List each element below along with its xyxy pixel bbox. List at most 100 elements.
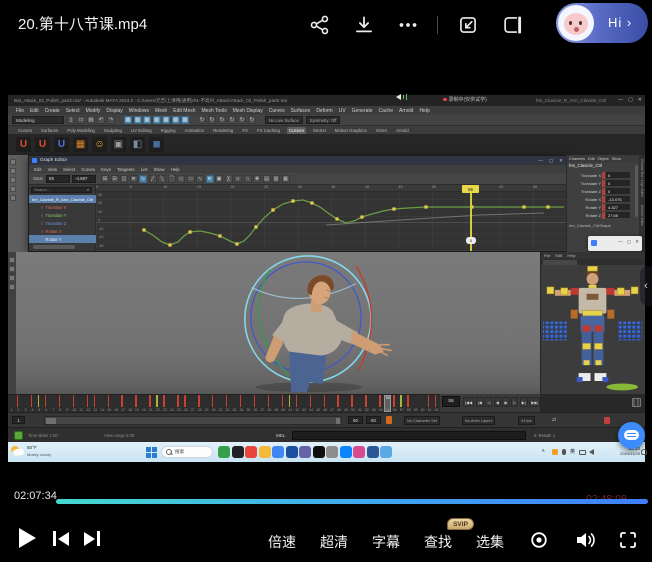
keyframe-tick [45, 395, 46, 407]
mute-icon [604, 417, 610, 424]
download-icon[interactable] [352, 13, 376, 37]
keyframe-tick [198, 395, 199, 407]
shelf-icons: UUU▦☺▣◧◼ [8, 134, 645, 155]
shelf-icon: ▣ [111, 137, 126, 152]
menu-item: Channels [569, 157, 585, 161]
channel-label: Rotate Y [45, 237, 61, 242]
transport-button: ▶▶| [529, 397, 540, 407]
channel-value: -13.075 [606, 196, 630, 203]
taskbar-search: 搜索 [161, 446, 213, 458]
keyframe-tick [254, 395, 255, 407]
channel-name: Translate Z [567, 189, 601, 194]
topbar-divider [437, 16, 438, 34]
notification-icon [641, 449, 647, 455]
keyframe-tick [351, 395, 352, 407]
mini-window-icon[interactable] [500, 13, 524, 37]
rotate-tool-icon: ↻ [208, 116, 216, 124]
x-tick-label: 5 [130, 185, 164, 191]
graph-tool-icon: ∿ [139, 175, 147, 183]
menu-item: Mesh Tools [202, 108, 227, 114]
channel-name: Rotate Z [567, 213, 601, 218]
episodes-button[interactable]: 选集 [476, 532, 504, 552]
play-button[interactable] [19, 528, 36, 548]
animation-curve [96, 192, 567, 251]
taskbar-app-icon [272, 446, 284, 458]
menu-item: Select [63, 167, 75, 172]
svip-badge[interactable]: SVIP [447, 518, 474, 530]
graph-tool-icon: ◫ [120, 175, 128, 183]
graph-tool-icon: ◇ [177, 175, 185, 183]
subtitle-button[interactable]: 字幕 [372, 532, 400, 552]
window-button: ✕ [635, 239, 639, 245]
quality-button[interactable]: 超清 [320, 532, 348, 552]
graph-tool-icon: ⊟ [111, 175, 119, 183]
find-button[interactable]: 查找 [424, 532, 452, 552]
channel-selected-bar [602, 172, 605, 179]
graph-editor-outliner: Search... ▾ hm_Clavicle_R_Arm_Clavicle_C… [29, 185, 96, 251]
menu-item: List [141, 167, 148, 172]
previous-episode-button[interactable] [53, 531, 69, 546]
x-tick-label: 65 [533, 185, 567, 191]
transport-button: ◁ [485, 397, 492, 407]
microphone-icon [562, 449, 566, 455]
viewport-left-strip [8, 155, 28, 252]
menu-item: Deform [316, 108, 332, 114]
snap-tool-icon: ▩ [153, 116, 161, 124]
keyframe-tick [94, 395, 95, 407]
tray-app-icon [552, 449, 558, 455]
file-tool-icon: ▤ [87, 116, 95, 124]
keyframe-tick [393, 395, 394, 407]
channel-selected-bar [602, 196, 605, 203]
maya-timeline: 55 1234567891011121314151617181920212223… [8, 394, 440, 412]
share-icon[interactable] [308, 13, 332, 37]
keyframe-tick [17, 395, 18, 407]
ime-indicator: 英 [570, 448, 575, 455]
x-tick-label: 30 [298, 185, 332, 191]
outliner-channels: ≡ Translate X ≡ Translate Y ≡ Translate … [29, 203, 96, 243]
fullscreen-icon[interactable] [617, 529, 639, 551]
live-surface-dropdown: No Live Surface [265, 116, 303, 124]
shelf-icon: ☺ [92, 137, 107, 152]
range-end-field: 60 [348, 416, 363, 424]
account-pill[interactable]: Hi › [556, 3, 648, 43]
maya-window-buttons: —▢✕ [618, 97, 642, 103]
speed-button[interactable]: 倍速 [268, 532, 296, 552]
keyframe-tick [87, 395, 88, 407]
outliner-scrollbar [33, 245, 75, 249]
keyframe-tick [149, 395, 150, 407]
picker-character [541, 266, 645, 393]
x-tick-label: 15 [197, 185, 231, 191]
shelf-tab: Poly Modeling [65, 127, 97, 134]
more-icon[interactable] [396, 13, 420, 37]
taskbar-app-icon [353, 446, 365, 458]
taskbar-app-icon [299, 446, 311, 458]
graph-tool-icon: ⊞ [101, 175, 109, 183]
avatar [558, 5, 594, 41]
volume-icon[interactable] [573, 529, 595, 551]
feedback-chat-button[interactable] [618, 422, 645, 449]
x-tick-label: 60 [499, 185, 533, 191]
set-key-icon [386, 416, 392, 424]
symmetry-dropdown: Symmetry: Off [306, 116, 341, 124]
episode-drawer-handle[interactable]: ‹ [640, 266, 652, 306]
current-value-pill: 0 [466, 237, 476, 244]
x-tick-label: 50 [432, 185, 466, 191]
channel-row: Rotate X -13.075 [567, 195, 637, 203]
shelf-tabs: CurvesSurfacesPoly ModelingSculptingUV E… [8, 126, 645, 134]
next-episode-button[interactable] [84, 531, 100, 546]
graph-editor-icon [32, 158, 37, 163]
shelf-tab: Custom [287, 127, 306, 134]
current-frame-field: 55 [442, 396, 460, 407]
graph-editor-window-buttons: —▢✕ [538, 158, 563, 164]
record-ring-icon[interactable] [528, 529, 550, 551]
anim-picker-panel: FileEditHelp [540, 252, 645, 394]
start-button [146, 447, 157, 458]
graph-tool-icon: ≋ [206, 175, 214, 183]
range-slider-row: 1 60 60 No Character Set No Anim Layers … [8, 412, 645, 427]
video-frame[interactable]: Bat_Attack_02_Polish_part2.ma* - Autodes… [0, 50, 652, 487]
progress-bar[interactable] [56, 499, 648, 504]
screenshot-icon[interactable] [456, 13, 480, 37]
taskbar-app-icon [218, 446, 230, 458]
channel-label: Translate Z [45, 221, 66, 226]
picker-tab [543, 260, 577, 265]
